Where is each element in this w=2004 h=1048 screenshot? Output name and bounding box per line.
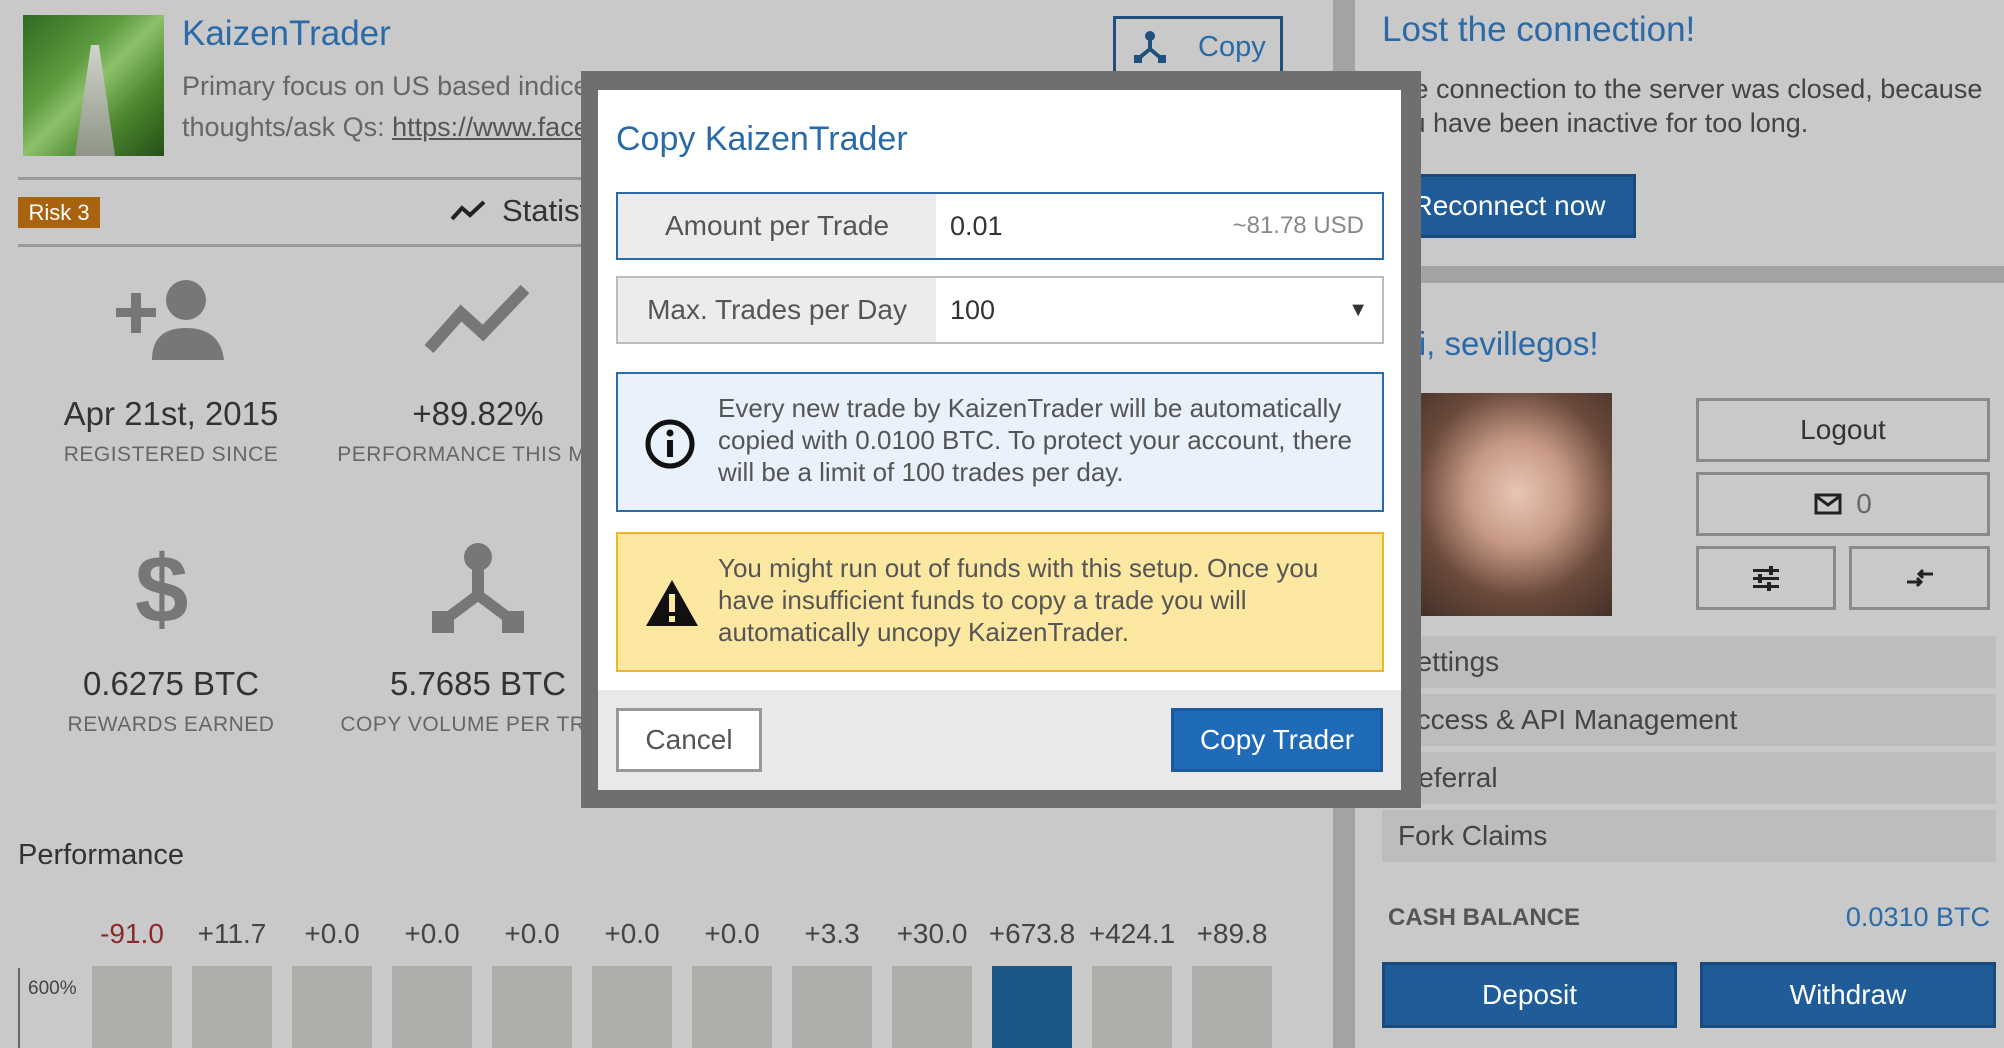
warning-alert: You might run out of funds with this set… [616, 532, 1384, 672]
amount-per-trade-field: Amount per Trade 0.01 ~81.78 USD [616, 192, 1384, 260]
copy-trader-button[interactable]: Copy Trader [1171, 708, 1383, 772]
copy-trader-modal: Copy KaizenTrader Amount per Trade 0.01 … [598, 90, 1401, 790]
modal-footer: Cancel Copy Trader [598, 690, 1401, 790]
info-text: Every new trade by KaizenTrader will be … [718, 393, 1352, 487]
amount-usd-hint: ~81.78 USD [1232, 212, 1364, 239]
warning-icon [646, 580, 698, 626]
max-trades-select[interactable]: 100 ▼ [936, 278, 1382, 342]
max-trades-label: Max. Trades per Day [618, 278, 936, 342]
info-alert: Every new trade by KaizenTrader will be … [616, 372, 1384, 512]
warning-text: You might run out of funds with this set… [718, 553, 1319, 647]
dropdown-caret-icon: ▼ [1348, 298, 1368, 321]
amount-label: Amount per Trade [618, 194, 936, 258]
max-trades-field: Max. Trades per Day 100 ▼ [616, 276, 1384, 344]
cancel-button[interactable]: Cancel [616, 708, 762, 772]
amount-input[interactable]: 0.01 ~81.78 USD [936, 194, 1382, 258]
info-icon [645, 419, 695, 469]
modal-title: Copy KaizenTrader [616, 120, 908, 158]
